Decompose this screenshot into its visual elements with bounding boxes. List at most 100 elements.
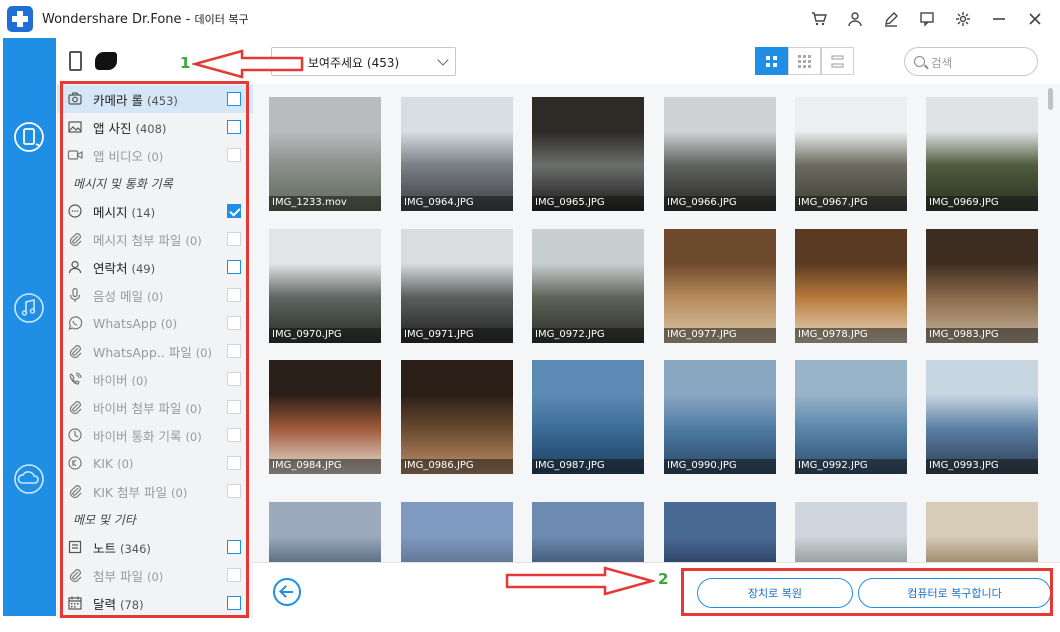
photo-thumbnail[interactable]: IMG_0977.JPG	[664, 229, 776, 343]
category-item[interactable]: 바이버 첨부 파일 (0)	[57, 393, 253, 421]
category-item[interactable]: KIK (0)	[57, 449, 253, 477]
small-grid-view-button[interactable]	[788, 47, 821, 75]
category-checkbox[interactable]	[227, 204, 241, 218]
minimize-icon[interactable]	[988, 8, 1010, 30]
photo-thumbnail[interactable]: IMG_0996.JPG	[532, 502, 644, 562]
category-label: 첨부 파일 (0)	[93, 566, 163, 585]
itunes-recover-icon[interactable]	[12, 291, 46, 325]
category-item[interactable]: 노트 (346)	[57, 533, 253, 561]
category-checkbox[interactable]	[227, 260, 241, 274]
category-item[interactable]: 앱 비디오 (0)	[57, 141, 253, 169]
close-icon[interactable]	[1024, 8, 1046, 30]
photo-thumbnail[interactable]: IMG_0972.JPG	[532, 229, 644, 343]
list-icon	[831, 54, 844, 68]
category-checkbox[interactable]	[227, 288, 241, 302]
category-item[interactable]: 첨부 파일 (0)	[57, 561, 253, 589]
restore-to-device-button[interactable]: 장치로 복원	[697, 578, 853, 608]
photo-thumbnail[interactable]: IMG_0995.JPG	[401, 502, 513, 562]
category-item[interactable]: 메시지 첨부 파일 (0)	[57, 225, 253, 253]
photo-thumbnail[interactable]: IMG_0969.JPG	[926, 97, 1038, 211]
photo-thumbnail[interactable]: IMG_0978.JPG	[795, 229, 907, 343]
annotation-number-1: 1	[180, 54, 191, 72]
image-icon	[67, 119, 83, 135]
category-checkbox[interactable]	[227, 428, 241, 442]
category-checkbox[interactable]	[227, 596, 241, 610]
back-button[interactable]	[273, 578, 301, 606]
category-item[interactable]: 앱 사진 (408)	[57, 113, 253, 141]
category-item[interactable]: KIK 첨부 파일 (0)	[57, 477, 253, 505]
category-item[interactable]: WhatsApp (0)	[57, 309, 253, 337]
category-checkbox[interactable]	[227, 344, 241, 358]
category-checkbox[interactable]	[227, 456, 241, 470]
scrollbar-thumb[interactable]	[1048, 88, 1053, 110]
category-item[interactable]: 음성 메일 (0)	[57, 281, 253, 309]
photo-thumbnail[interactable]: IMG_0987.JPG	[532, 360, 644, 474]
category-label: 바이버 첨부 파일 (0)	[93, 398, 202, 417]
category-checkbox[interactable]	[227, 316, 241, 330]
photo-thumbnail[interactable]: IMG_0993.JPG	[926, 360, 1038, 474]
category-count: (0)	[185, 429, 202, 444]
category-item[interactable]: 바이버 (0)	[57, 365, 253, 393]
category-checkbox[interactable]	[227, 540, 241, 554]
window-title: Wondershare Dr.Fone - 데이터 복구	[42, 11, 249, 27]
category-checkbox[interactable]	[227, 568, 241, 582]
photo-filename: IMG_0978.JPG	[795, 328, 907, 343]
vertical-scrollbar[interactable]	[1045, 84, 1060, 562]
photo-thumbnail[interactable]: IMG_0971.JPG	[401, 229, 513, 343]
photo-thumbnail[interactable]: IMG_0999.JPG	[926, 502, 1038, 562]
category-count: (49)	[131, 261, 156, 276]
category-name: 앱 비디오	[93, 148, 143, 164]
category-item[interactable]: 연락처 (49)	[57, 253, 253, 281]
category-count: (0)	[131, 373, 148, 388]
category-name: 연락처	[93, 260, 128, 276]
photo-thumbnail[interactable]: IMG_0964.JPG	[401, 97, 513, 211]
category-checkbox[interactable]	[227, 400, 241, 414]
category-item[interactable]: WhatsApp.. 파일 (0)	[57, 337, 253, 365]
category-name: WhatsApp	[93, 315, 157, 331]
gear-icon[interactable]	[952, 8, 974, 30]
edit-icon[interactable]	[880, 8, 902, 30]
category-checkbox[interactable]	[227, 120, 241, 134]
photo-image	[926, 97, 1038, 211]
category-checkbox[interactable]	[227, 92, 241, 106]
photo-image	[795, 502, 907, 562]
photo-thumbnail[interactable]: IMG_0984.JPG	[269, 360, 381, 474]
category-checkbox[interactable]	[227, 148, 241, 162]
category-item[interactable]: 메시지 (14)	[57, 197, 253, 225]
category-checkbox[interactable]	[227, 372, 241, 386]
category-item[interactable]: 카메라 롤 (453)	[57, 85, 253, 113]
user-icon[interactable]	[844, 8, 866, 30]
photo-thumbnail[interactable]: IMG_0990.JPG	[664, 360, 776, 474]
photo-thumbnail[interactable]: IMG_0986.JPG	[401, 360, 513, 474]
category-count: (0)	[185, 233, 202, 248]
photo-image	[664, 229, 776, 343]
grid-view-button[interactable]	[755, 47, 788, 75]
annotation-arrow-1	[192, 49, 304, 79]
icloud-recover-icon[interactable]	[12, 462, 46, 496]
photo-thumbnail[interactable]: IMG_0970.JPG	[269, 229, 381, 343]
device-recover-icon[interactable]	[12, 120, 46, 154]
category-name: 메시지 첨부 파일	[93, 232, 182, 248]
photo-thumbnail[interactable]: IMG_0965.JPG	[532, 97, 644, 211]
photo-thumbnail[interactable]: IMG_0997.JPG	[664, 502, 776, 562]
photo-thumbnail[interactable]: IMG_0998.JPG	[795, 502, 907, 562]
photo-thumbnail[interactable]: IMG_0966.JPG	[664, 97, 776, 211]
photo-image	[664, 97, 776, 211]
photo-thumbnail[interactable]: IMG_0992.JPG	[795, 360, 907, 474]
category-checkbox[interactable]	[227, 484, 241, 498]
search-input[interactable]: 검색	[904, 47, 1038, 76]
photo-filename: IMG_0992.JPG	[795, 459, 907, 474]
photo-thumbnail[interactable]: IMG_1233.mov	[269, 97, 381, 211]
category-item[interactable]: 달력 (78)	[57, 589, 253, 617]
category-item[interactable]: 바이버 통화 기록 (0)	[57, 421, 253, 449]
recover-to-computer-button[interactable]: 컴퓨터로 복구합니다	[858, 578, 1051, 608]
photo-thumbnail[interactable]: IMG_0983.JPG	[926, 229, 1038, 343]
feedback-icon[interactable]	[916, 8, 938, 30]
photo-filename: IMG_0964.JPG	[401, 196, 513, 211]
category-checkbox[interactable]	[227, 232, 241, 246]
cart-icon[interactable]	[808, 8, 830, 30]
photo-thumbnail[interactable]: IMG_0967.JPG	[795, 97, 907, 211]
photo-image	[269, 97, 381, 211]
photo-thumbnail[interactable]: IMG_0994.JPG	[269, 502, 381, 562]
list-view-button[interactable]	[821, 47, 854, 75]
